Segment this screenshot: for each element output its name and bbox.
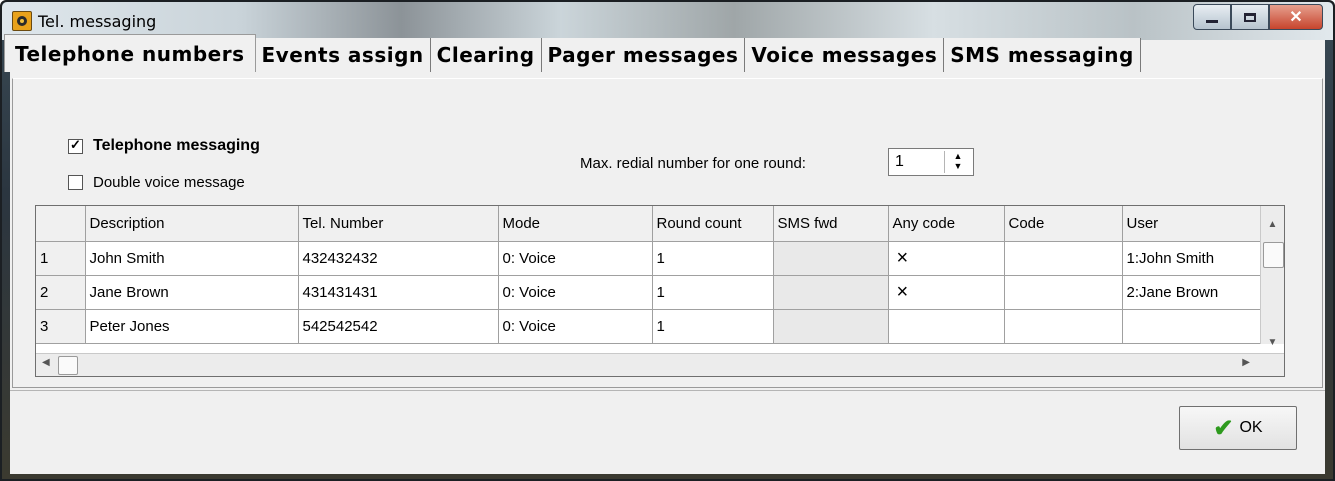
cell-tel-number[interactable]: 432432432 [298,241,499,276]
cell-user[interactable]: 1:John Smith [1122,241,1283,276]
scroll-left-icon[interactable]: ◀ [42,357,50,368]
ok-button[interactable]: ✔ OK [1179,406,1297,450]
cell-user[interactable]: 2:Jane Brown [1122,275,1283,310]
scroll-thumb[interactable] [1263,242,1284,268]
col-header-any-code[interactable]: Any code [888,206,1005,242]
cell-description[interactable]: Peter Jones [85,309,299,344]
horizontal-scrollbar[interactable]: ◀ ▶ [36,353,1284,376]
row-index: 1 [36,241,86,276]
cell-any-code[interactable]: × [888,241,1005,276]
table-header-row: Description Tel. Number Mode Round count… [36,206,1283,242]
cell-round-count[interactable]: 1 [652,275,774,310]
scroll-thumb[interactable] [58,356,78,375]
ok-label: OK [1239,419,1263,436]
tab-pager-messages[interactable]: Pager messages [541,38,746,72]
numbers-table: Description Tel. Number Mode Round count… [36,206,1283,344]
numbers-grid: Description Tel. Number Mode Round count… [35,205,1285,377]
col-header-description[interactable]: Description [85,206,299,242]
cell-round-count[interactable]: 1 [652,241,774,276]
tab-strip: Telephone numbers Events assign Clearing… [4,34,1141,72]
row-index: 2 [36,275,86,310]
minimize-button[interactable] [1193,4,1231,30]
cell-description[interactable]: Jane Brown [85,275,299,310]
divider [10,390,1325,391]
tab-voice-messages[interactable]: Voice messages [745,38,945,72]
tab-events-assign[interactable]: Events assign [255,38,431,72]
col-header-code[interactable]: Code [1004,206,1123,242]
vertical-scrollbar[interactable]: ▲ ▼ [1260,206,1284,348]
cell-sms-fwd[interactable] [773,309,889,344]
col-header-round-count[interactable]: Round count [652,206,774,242]
window-title: Tel. messaging [38,12,157,31]
cell-mode[interactable]: 0: Voice [498,275,653,310]
cell-code[interactable] [1004,309,1123,344]
double-voice-checkbox[interactable]: Double voice message [68,174,245,191]
spinner-arrows-icon[interactable]: ▲ ▼ [944,151,971,173]
telephone-messaging-checkbox[interactable]: Telephone messaging [68,137,260,155]
close-icon: ✕ [1289,9,1303,26]
close-button[interactable]: ✕ [1269,4,1323,30]
redial-label: Max. redial number for one round: [580,155,806,172]
cell-round-count[interactable]: 1 [652,309,774,344]
checkbox-icon [68,137,83,154]
cell-tel-number[interactable]: 431431431 [298,275,499,310]
scroll-right-icon[interactable]: ▶ [1242,357,1250,368]
telephone-messaging-label: Telephone messaging [93,137,260,154]
maximize-icon [1244,12,1256,22]
table-row[interactable]: 3 Peter Jones 542542542 0: Voice 1 [36,309,1283,344]
col-header-index [36,206,86,242]
col-header-mode[interactable]: Mode [498,206,653,242]
cell-user[interactable] [1122,309,1283,344]
cell-mode[interactable]: 0: Voice [498,309,653,344]
col-header-sms-fwd[interactable]: SMS fwd [773,206,889,242]
cell-any-code[interactable] [888,309,1005,344]
maximize-button[interactable] [1231,4,1269,30]
scroll-up-icon[interactable]: ▲ [1261,216,1284,234]
redial-value: 1 [895,153,904,170]
tab-clearing[interactable]: Clearing [430,38,542,72]
check-icon: ✔ [1213,414,1234,442]
cell-code[interactable] [1004,275,1123,310]
window: Tel. messaging ✕ Telephone numbers Event… [0,0,1335,481]
cell-code[interactable] [1004,241,1123,276]
scroll-down-icon[interactable]: ▼ [1261,334,1284,352]
col-header-user[interactable]: User [1122,206,1283,242]
double-voice-label: Double voice message [93,174,245,191]
tab-sms-messaging[interactable]: SMS messaging [944,38,1141,72]
cell-description[interactable]: John Smith [85,241,299,276]
tab-telephone-numbers[interactable]: Telephone numbers [4,34,256,72]
cell-sms-fwd[interactable] [773,275,889,310]
row-index: 3 [36,309,86,344]
app-icon [12,11,32,31]
cell-any-code[interactable]: × [888,275,1005,310]
minimize-icon [1206,19,1218,23]
table-row[interactable]: 2 Jane Brown 431431431 0: Voice 1 × 2:Ja… [36,275,1283,310]
table-row[interactable]: 1 John Smith 432432432 0: Voice 1 × 1:Jo… [36,241,1283,276]
cell-tel-number[interactable]: 542542542 [298,309,499,344]
col-header-tel-number[interactable]: Tel. Number [298,206,499,242]
redial-spinner[interactable]: 1 ▲ ▼ [888,148,974,176]
cell-sms-fwd[interactable] [773,241,889,276]
checkbox-icon [68,175,83,190]
cell-mode[interactable]: 0: Voice [498,241,653,276]
